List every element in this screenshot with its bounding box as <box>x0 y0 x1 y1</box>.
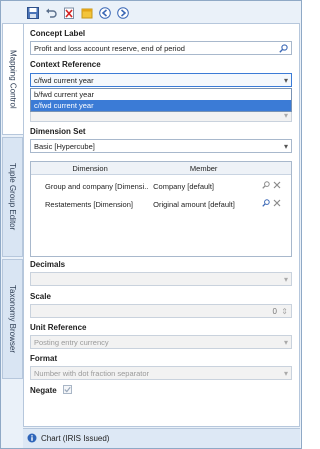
format-heading: Format <box>30 354 58 363</box>
column-actions <box>258 162 291 174</box>
dimension-set-select[interactable]: Basic [Hypercube] ▾ <box>30 139 292 153</box>
member-cell: Original amount [default] <box>153 199 235 209</box>
format-value: Number with dot fraction separator <box>34 368 150 378</box>
context-reference-dropdown: b/fwd current year c/fwd current year <box>30 88 292 112</box>
close-icon[interactable] <box>273 199 281 209</box>
format-select[interactable]: Number with dot fraction separator ▾ <box>30 366 292 380</box>
back-icon[interactable] <box>97 5 113 21</box>
dropdown-option[interactable]: b/fwd current year <box>31 89 291 100</box>
delete-icon[interactable] <box>61 5 77 21</box>
tab-mapping-control[interactable]: Mapping Control <box>2 23 23 135</box>
search-icon[interactable] <box>262 199 270 209</box>
unit-reference-heading: Unit Reference <box>30 323 87 332</box>
table-row[interactable]: Restatements [Dimension] Original amount… <box>31 197 291 211</box>
negate-heading: Negate <box>30 386 57 395</box>
chevron-down-icon: ▾ <box>283 369 288 378</box>
editor-window: Mapping Control Tuple Group Editor Taxon… <box>0 0 302 449</box>
unit-reference-select[interactable]: Posting entry currency ▾ <box>30 335 292 349</box>
dimension-set-value: Basic [Hypercube] <box>34 141 95 151</box>
tab-taxonomy-browser[interactable]: Taxonomy Browser <box>2 259 23 379</box>
search-icon[interactable] <box>262 181 270 191</box>
scale-stepper[interactable]: 0 ⇕ <box>30 304 292 318</box>
concept-label-heading: Concept Label <box>30 29 86 38</box>
chevron-down-icon[interactable]: ▾ <box>284 76 288 85</box>
vertical-tab-strip: Mapping Control Tuple Group Editor Taxon… <box>2 23 23 428</box>
close-icon[interactable] <box>273 181 281 191</box>
tab-tuple-group-editor[interactable]: Tuple Group Editor <box>2 137 23 257</box>
context-reference-value: c/fwd current year <box>34 75 94 85</box>
status-bar: Chart (IRIS Issued) <box>23 428 300 448</box>
info-icon <box>27 433 37 445</box>
dimension-grid: Dimension Member Group and company [Dime… <box>30 161 292 257</box>
spinner-icon[interactable]: ⇕ <box>281 307 288 316</box>
note-icon[interactable] <box>79 5 95 21</box>
decimals-heading: Decimals <box>30 260 66 269</box>
grid-header: Dimension Member <box>31 162 291 175</box>
chevron-down-icon: ▾ <box>283 111 288 120</box>
save-icon[interactable] <box>25 5 41 21</box>
status-text: Chart (IRIS Issued) <box>41 434 110 443</box>
decimals-select[interactable]: ▾ <box>30 272 292 286</box>
column-member[interactable]: Member <box>149 162 258 174</box>
tab-label: Tuple Group Editor <box>8 163 17 231</box>
undo-icon[interactable] <box>43 5 59 21</box>
toolbar <box>25 4 301 22</box>
dropdown-option-selected[interactable]: c/fwd current year <box>31 100 291 111</box>
concept-label-value: Profit and loss account reserve, end of … <box>34 43 185 53</box>
member-cell: Company [default] <box>153 181 214 191</box>
chevron-down-icon: ▾ <box>283 275 288 284</box>
context-reference-heading: Context Reference <box>30 60 101 69</box>
dimension-cell: Restatements [Dimension] <box>45 199 133 209</box>
dimension-set-heading: Dimension Set <box>30 127 86 136</box>
table-row[interactable]: Group and company [Dimensi... Company [d… <box>31 179 291 193</box>
mapping-control-panel: Concept Label Profit and loss account re… <box>23 23 300 427</box>
forward-icon[interactable] <box>115 5 131 21</box>
concept-label-field[interactable]: Profit and loss account reserve, end of … <box>30 41 292 55</box>
scale-heading: Scale <box>30 292 51 301</box>
dimension-cell: Group and company [Dimensi... <box>45 181 150 191</box>
scale-value: 0 <box>272 307 277 316</box>
tab-label: Mapping Control <box>8 49 18 109</box>
negate-checkbox[interactable] <box>63 385 72 394</box>
column-dimension[interactable]: Dimension <box>31 162 149 174</box>
search-icon[interactable] <box>279 44 288 54</box>
chevron-down-icon: ▾ <box>283 338 288 347</box>
tab-label: Taxonomy Browser <box>8 284 17 354</box>
chevron-down-icon[interactable]: ▾ <box>284 142 288 151</box>
unit-reference-value: Posting entry currency <box>34 337 109 347</box>
context-reference-select[interactable]: c/fwd current year ▾ <box>30 73 292 87</box>
